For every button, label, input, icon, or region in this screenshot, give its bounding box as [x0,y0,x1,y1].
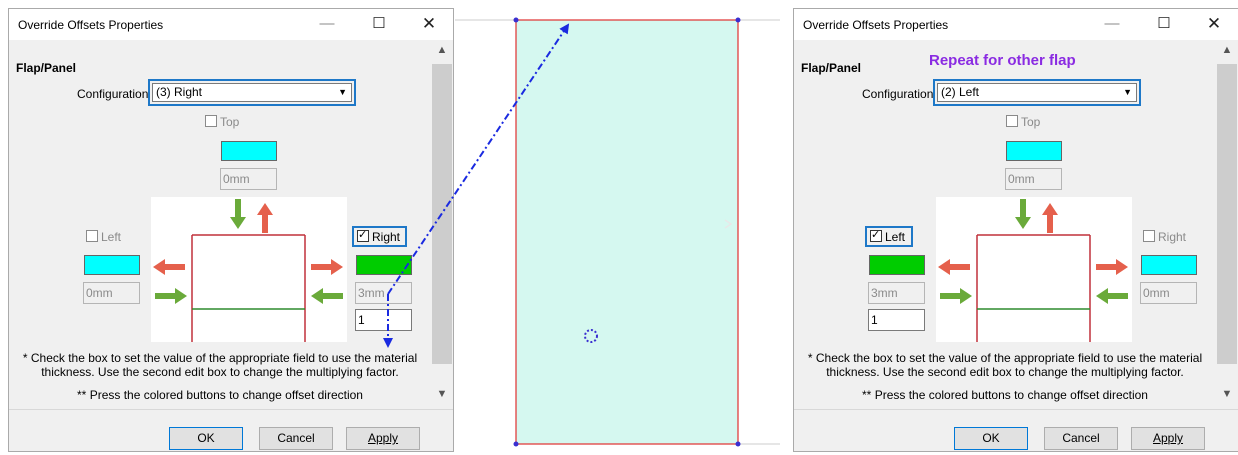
left-checkbox[interactable]: Left [870,228,906,244]
minimize-button[interactable]: — [315,13,339,35]
override-offsets-dialog-right: Override Offsets Properties — ☐ ✕ Flap/P… [793,8,1238,452]
override-offsets-dialog-left: Override Offsets Properties — ☐ ✕ Flap/P… [8,8,454,452]
checkbox-box [1006,115,1018,127]
configuration-value: (2) Left [941,85,980,99]
design-canvas[interactable] [455,0,792,452]
configuration-value: (3) Right [156,85,203,99]
vertex-handle[interactable] [513,17,519,23]
right-offset-field[interactable]: 3mm [355,282,412,304]
note-line-3: ** Press the colored buttons to change o… [862,388,1148,402]
note-line-3: ** Press the colored buttons to change o… [77,388,363,402]
maximize-button[interactable]: ☐ [1152,13,1176,35]
left-checkbox-label: Left [101,230,122,244]
configuration-label: Configuration [862,87,934,101]
checkbox-checked-box [870,228,882,242]
configuration-label: Configuration [77,87,149,101]
checkbox-checked-box [357,228,369,242]
right-checkbox[interactable]: Right [357,228,401,244]
note-line-2: thickness. Use the second edit box to ch… [826,365,1184,379]
section-label: Flap/Panel [801,61,862,75]
section-label: Flap/Panel [16,61,77,75]
top-offset-color-button[interactable] [221,141,277,161]
apply-button[interactable]: Apply [1131,427,1205,450]
vertex-handle[interactable] [513,441,519,447]
scroll-down-icon[interactable]: ▼ [1216,388,1238,400]
right-offset-field[interactable]: 0mm [1140,282,1197,304]
dialog-title: Override Offsets Properties [18,18,164,32]
chevron-down-icon: ▼ [338,87,347,97]
checkbox-box [205,115,217,127]
vertex-handle[interactable] [735,441,741,447]
cancel-button[interactable]: Cancel [1044,427,1118,450]
checkbox-box [86,230,98,242]
configuration-select[interactable]: (3) Right ▼ [152,83,352,102]
canvas-drawing [455,17,780,447]
top-checkbox-label: Top [220,115,240,129]
dialog-content: Flap/Panel Repeat for other flap Configu… [794,40,1216,409]
scroll-down-icon[interactable]: ▼ [431,388,453,400]
close-button[interactable]: ✕ [417,13,441,35]
left-factor-field[interactable]: 1 [868,309,925,331]
note-line-1: * Check the box to set the value of the … [807,351,1203,365]
scrollbar-thumb[interactable] [1217,64,1237,364]
right-checkbox[interactable]: Right [1143,230,1186,244]
right-factor-field[interactable]: 1 [355,309,412,331]
apply-button[interactable]: Apply [346,427,420,450]
ok-button[interactable]: OK [169,427,243,450]
ok-button[interactable]: OK [954,427,1028,450]
top-checkbox-label: Top [1021,115,1041,129]
button-bar: OK Cancel Apply [794,409,1238,451]
left-offset-color-button[interactable] [84,255,140,275]
top-offset-field[interactable]: 0mm [1005,168,1062,190]
top-offset-field[interactable]: 0mm [220,168,277,190]
right-offset-color-button[interactable] [1141,255,1197,275]
left-checkbox[interactable]: Left [86,230,121,244]
scrollbar-thumb[interactable] [432,64,452,364]
top-offset-color-button[interactable] [1006,141,1062,161]
checkbox-box [1143,230,1155,242]
top-checkbox[interactable]: Top [1006,115,1040,129]
maximize-button[interactable]: ☐ [367,13,391,35]
right-checkbox-label: Right [372,230,401,244]
cancel-button[interactable]: Cancel [259,427,333,450]
note-line-2: thickness. Use the second edit box to ch… [41,365,399,379]
left-checkbox-label: Left [885,230,906,244]
right-checkbox-label: Right [1158,230,1187,244]
left-offset-field[interactable]: 0mm [83,282,140,304]
title-bar: Override Offsets Properties — ☐ ✕ [9,9,453,40]
minimize-button[interactable]: — [1100,13,1124,35]
left-offset-color-button[interactable] [869,255,925,275]
top-checkbox[interactable]: Top [205,115,239,129]
panel-rectangle[interactable] [515,19,739,445]
left-offset-field[interactable]: 3mm [868,282,925,304]
offset-diagram [151,197,347,342]
dialog-title: Override Offsets Properties [803,18,949,32]
close-button[interactable]: ✕ [1202,13,1226,35]
note-line-1: * Check the box to set the value of the … [22,351,418,365]
scroll-up-icon[interactable]: ▲ [431,44,453,56]
title-bar: Override Offsets Properties — ☐ ✕ [794,9,1238,40]
offset-diagram [936,197,1132,342]
dialog-content: Flap/Panel Configuration (3) Right ▼ Top… [9,40,431,409]
configuration-select[interactable]: (2) Left ▼ [937,83,1137,102]
right-offset-color-button[interactable] [356,255,412,275]
scroll-up-icon[interactable]: ▲ [1216,44,1238,56]
vertical-scrollbar[interactable]: ▲ ▼ [1216,40,1238,409]
annotation-text: Repeat for other flap [929,52,1076,69]
button-bar: OK Cancel Apply [9,409,453,451]
vertex-handle[interactable] [735,17,741,23]
chevron-down-icon: ▼ [1123,87,1132,97]
vertical-scrollbar[interactable]: ▲ ▼ [431,40,453,409]
